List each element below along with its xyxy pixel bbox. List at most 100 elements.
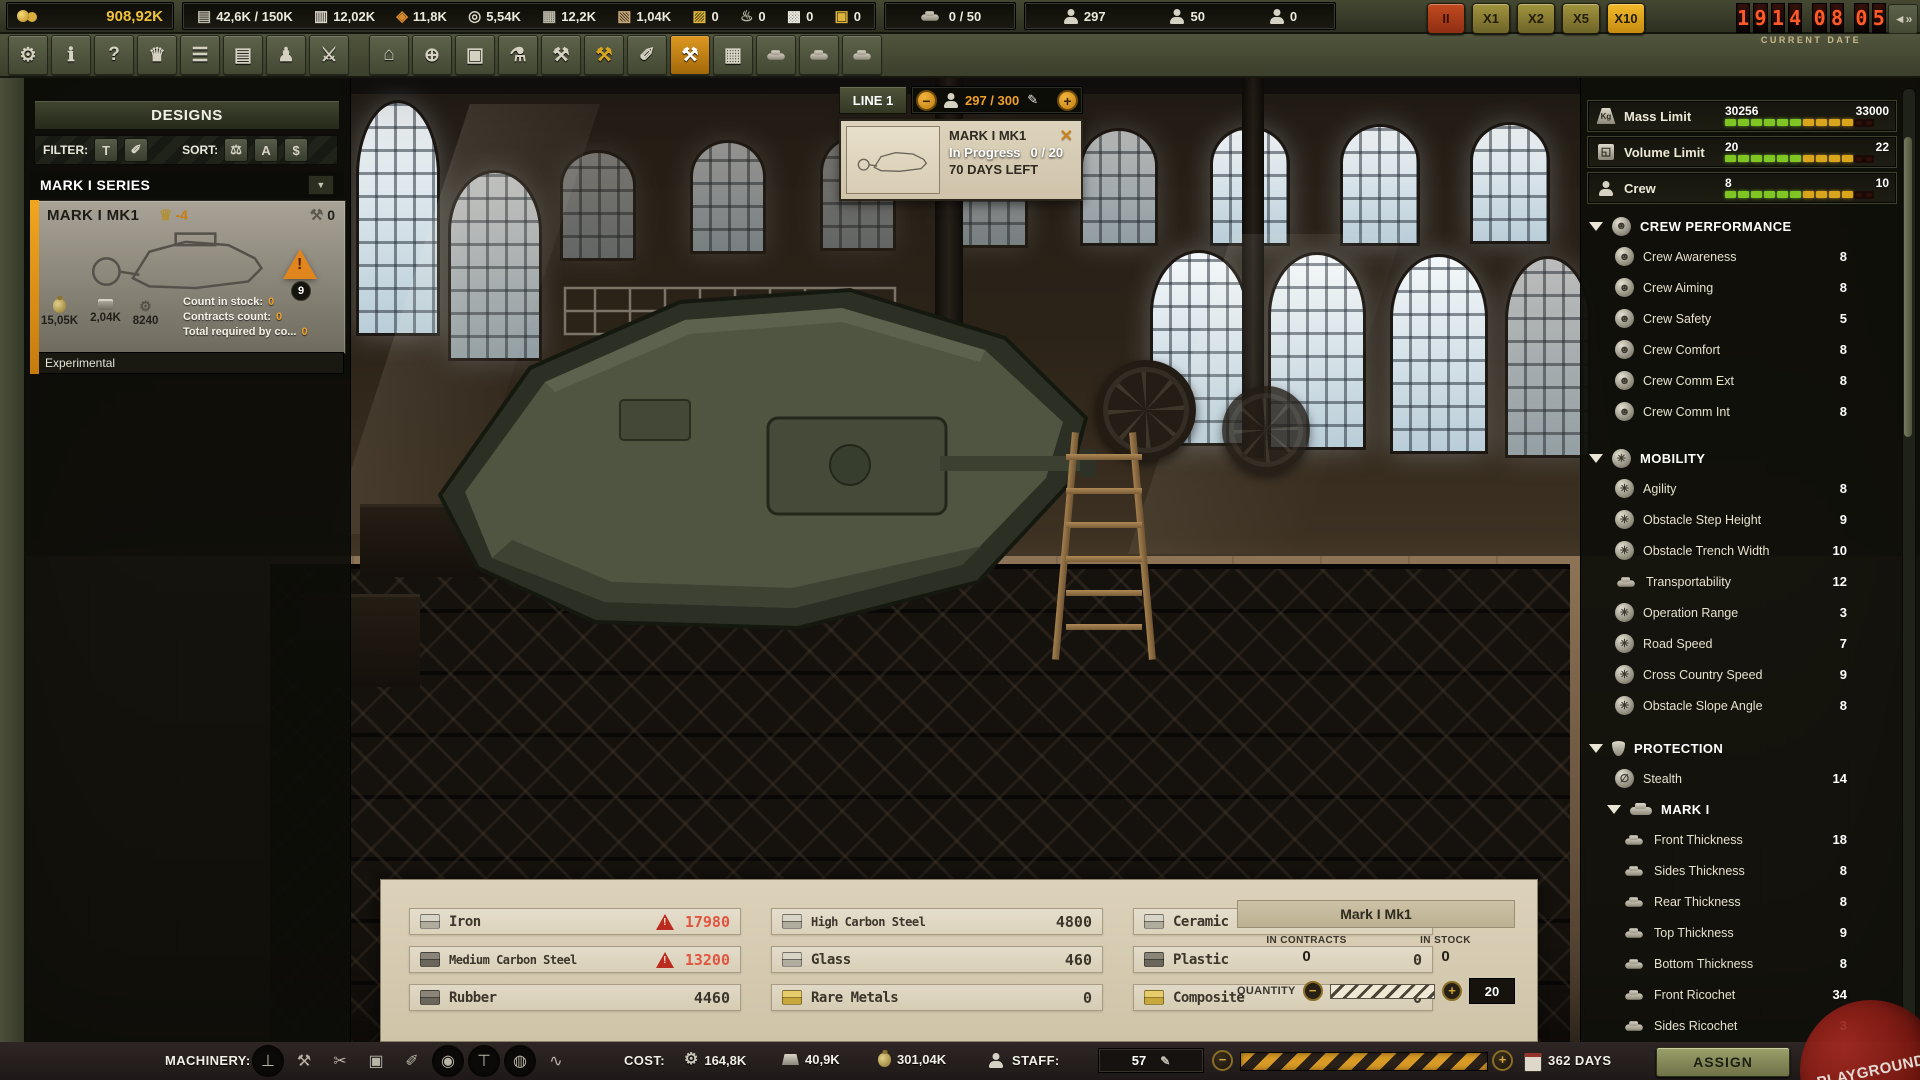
material-row-rubber[interactable]: Rubber 4460 (409, 984, 741, 1011)
tank-stock-display[interactable]: 0 / 50 (884, 2, 1016, 30)
workers-count[interactable]: 297 (1063, 9, 1106, 24)
sort-price-button[interactable]: $ (284, 138, 308, 162)
collapse-icon[interactable] (1589, 744, 1603, 753)
speed-x5-button[interactable]: X5 (1562, 3, 1600, 34)
material-row-medium-carbon-steel[interactable]: Medium Carbon Steel ! 13200 (409, 946, 741, 973)
section-protection[interactable]: PROTECTION (1581, 733, 1899, 763)
tank-designs-button[interactable] (756, 35, 796, 75)
tank-icon (767, 50, 785, 60)
required-value: 0 (301, 325, 307, 339)
money-display[interactable]: 908,92K (6, 2, 174, 30)
forge-machine-icon[interactable]: ∿ (540, 1045, 572, 1077)
resource-paper[interactable]: ▩0 (787, 9, 813, 24)
speed-x1-button[interactable]: X1 (1472, 3, 1510, 34)
resource-tracks[interactable]: ▦12,2K (542, 9, 596, 24)
series-header[interactable]: MARK I SERIES ▼ (30, 172, 344, 198)
assign-button[interactable]: ASSIGN (1656, 1047, 1790, 1077)
section-crew-performance[interactable]: ☻ CREW PERFORMANCE (1581, 211, 1899, 241)
material-row-rare-metals[interactable]: Rare Metals 0 (771, 984, 1103, 1011)
collapse-icon[interactable] (1589, 454, 1603, 463)
resource-pipes[interactable]: ▥12,02K (314, 9, 375, 24)
fuel-icon: ◈ (396, 9, 408, 24)
sort-alpha-button[interactable]: A (254, 138, 278, 162)
scientists-count[interactable]: 0 (1269, 9, 1297, 24)
press-machine-icon[interactable]: ⊥ (252, 1045, 284, 1077)
achievements-button[interactable]: ♛ (137, 35, 177, 75)
settings-button[interactable]: ⚙ (8, 35, 48, 75)
staff-count-input[interactable]: 57 ✎ (1098, 1048, 1204, 1073)
production-order-card[interactable]: MARK I MK1 In Progress 0 / 20 70 DAYS LE… (839, 119, 1083, 201)
factory-button[interactable]: ⌂ (369, 35, 409, 75)
edit-staff-icon[interactable]: ✎ (1027, 92, 1038, 108)
prototyping-button[interactable]: ✐ (627, 35, 667, 75)
stats-scrollbar[interactable] (1902, 88, 1916, 1034)
quantity-slider[interactable] (1330, 984, 1435, 999)
world-market-button[interactable]: ⊕ (412, 35, 452, 75)
sound-button[interactable]: ◄» (1888, 4, 1918, 34)
cutter-machine-icon[interactable]: ✂ (324, 1045, 356, 1077)
piston-machine-icon[interactable]: ◉ (432, 1045, 464, 1077)
resource-armor[interactable]: ▣0 (835, 9, 861, 24)
material-row-glass[interactable]: Glass 460 (771, 946, 1103, 973)
contracts-button[interactable]: ▣ (455, 35, 495, 75)
collapse-series-button[interactable]: ▼ (308, 175, 334, 195)
stat-value: 34 (1833, 987, 1847, 1002)
production-button[interactable]: ⚒ (670, 35, 710, 75)
design-card-mark1mk1[interactable]: MARK I MK1 ♛ -4 ⚒ 0 ! 9 (30, 200, 346, 354)
mass-limit-gauge[interactable]: Kg Mass Limit 3025633000 (1587, 100, 1897, 132)
tank-armor-button[interactable] (799, 35, 839, 75)
decrease-quantity-button[interactable]: − (1303, 981, 1323, 1001)
material-row-high-carbon-steel[interactable]: High Carbon Steel 4800 (771, 908, 1103, 935)
resource-coal[interactable]: ♨0 (740, 9, 766, 24)
remove-staff-button[interactable]: − (916, 90, 937, 111)
section-mark-i[interactable]: MARK I (1581, 794, 1899, 824)
resource-fuel[interactable]: ◈11,8K (396, 9, 447, 24)
money-bag-icon (878, 1053, 891, 1067)
tank-ideas-button[interactable] (842, 35, 882, 75)
increase-quantity-button[interactable]: + (1442, 981, 1462, 1001)
resource-gold[interactable]: ▨0 (692, 9, 718, 24)
military-button[interactable]: ⚔ (309, 35, 349, 75)
sort-weight-button[interactable]: ⚖ (224, 138, 248, 162)
speed-x2-button[interactable]: X2 (1517, 3, 1555, 34)
crew-gauge[interactable]: Crew 810 (1587, 172, 1897, 204)
crane-machine-icon[interactable]: ⚒ (288, 1045, 320, 1077)
help-button[interactable]: ? (94, 35, 134, 75)
info-button[interactable]: ℹ (51, 35, 91, 75)
scrollbar-thumb[interactable] (1904, 137, 1912, 437)
speed-x10-button[interactable]: X10 (1607, 3, 1645, 34)
filter-blueprint-button[interactable]: ✐ (124, 138, 148, 162)
cancel-order-button[interactable]: ✕ (1060, 126, 1073, 146)
pause-button[interactable]: II (1427, 3, 1465, 34)
edit-pencil-icon[interactable]: ✎ (1160, 1054, 1170, 1068)
increase-staff-button[interactable]: + (1492, 1050, 1513, 1071)
decrease-staff-button[interactable]: − (1212, 1050, 1233, 1071)
upgrades-button[interactable]: ⚒ (584, 35, 624, 75)
engines-button[interactable]: ▦ (713, 35, 753, 75)
workshop-button[interactable]: ⚒ (541, 35, 581, 75)
staff-capacity-slider[interactable] (1240, 1052, 1488, 1071)
resource-wire[interactable]: ◎5,54K (468, 9, 521, 24)
collapse-icon[interactable] (1607, 805, 1621, 814)
paint-machine-icon[interactable]: ✐ (396, 1045, 428, 1077)
resource-steel[interactable]: ▤42,6K / 150K (197, 9, 293, 24)
gold-wrench-icon: ⚒ (595, 44, 612, 67)
rubber-icon (420, 990, 440, 1005)
saw-machine-icon[interactable]: ◍ (504, 1045, 536, 1077)
resource-planks[interactable]: ▧1,04K (617, 9, 671, 24)
stat-label: Front Thickness (1654, 833, 1743, 847)
filter-type-button[interactable]: T (94, 138, 118, 162)
collapse-icon[interactable] (1589, 222, 1603, 231)
crew-comm-ext-icon: ☻ (1615, 371, 1634, 390)
engineers-count[interactable]: 50 (1169, 9, 1204, 24)
volume-limit-gauge[interactable]: ◱ Volume Limit 2022 (1587, 136, 1897, 168)
reports-button[interactable]: ▤ (223, 35, 263, 75)
add-staff-button[interactable]: + (1057, 90, 1078, 111)
research-button[interactable]: ⚗ (498, 35, 538, 75)
intelligence-button[interactable]: ♟ (266, 35, 306, 75)
section-mobility[interactable]: ✳ MOBILITY (1581, 443, 1899, 473)
furnace-machine-icon[interactable]: ▣ (360, 1045, 392, 1077)
material-row-iron[interactable]: Iron ! 17980 (409, 908, 741, 935)
news-button[interactable]: ☰ (180, 35, 220, 75)
drill-machine-icon[interactable]: ⊤ (468, 1045, 500, 1077)
